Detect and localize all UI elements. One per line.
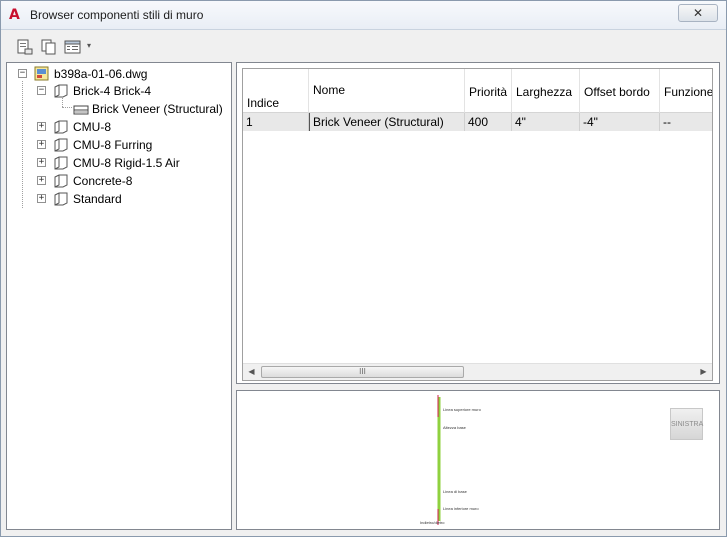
- copy-icon[interactable]: [40, 38, 58, 56]
- tree-item-cmu-8-furring[interactable]: + CMU-8 Furring: [7, 136, 227, 154]
- tree-item-label: Concrete-8: [73, 174, 133, 188]
- wall-preview: Linea superiore muro Altezza base Linea …: [236, 390, 720, 530]
- components-table[interactable]: Indice Nome Priorità Larghezza Offset bo…: [242, 68, 713, 381]
- tree-item-standard[interactable]: + Standard: [7, 190, 227, 208]
- tree-item-concrete-8[interactable]: + Concrete-8: [7, 172, 227, 190]
- column-header-priorita[interactable]: Priorità: [465, 69, 512, 113]
- folder-icon: [53, 191, 69, 212]
- tree-item-cmu-8-rigid[interactable]: + CMU-8 Rigid-1.5 Air: [7, 154, 227, 172]
- tree-item-label: CMU-8 Rigid-1.5 Air: [73, 156, 180, 170]
- collapse-icon[interactable]: −: [37, 86, 46, 95]
- tree-item-label: CMU-8 Furring: [73, 138, 153, 152]
- dialog-window: A Browser componenti stili di muro ✕ ▾ −…: [0, 0, 727, 537]
- expand-icon[interactable]: +: [37, 140, 46, 149]
- import-icon[interactable]: [16, 38, 34, 56]
- column-header-nome[interactable]: Nome: [309, 69, 465, 113]
- annotation-label: Linea inferiore muro: [443, 506, 479, 511]
- tree-item-label: Brick Veneer (Structural): [92, 102, 223, 116]
- close-button[interactable]: ✕: [678, 4, 718, 22]
- column-header-funzione[interactable]: Funzione: [660, 69, 712, 113]
- tree-item-label: Brick-4 Brick-4: [73, 84, 152, 98]
- horizontal-scrollbar[interactable]: ◀ III ▶: [243, 363, 712, 380]
- table-cell-indice[interactable]: 1: [243, 113, 309, 131]
- column-header-larghezza[interactable]: Larghezza: [512, 69, 580, 113]
- scroll-thumb[interactable]: III: [261, 366, 464, 378]
- style-tree[interactable]: − b398a-01-06.dwg − Brick-4 Brick-4 Bric…: [6, 62, 232, 530]
- autocad-logo-icon: A: [9, 7, 20, 23]
- toolbar: ▾: [1, 30, 726, 62]
- scroll-left-icon[interactable]: ◀: [243, 364, 260, 380]
- table-cell-funzione[interactable]: --: [660, 113, 712, 131]
- annotation-label: Linea superiore muro: [443, 407, 481, 412]
- title-bar: A Browser componenti stili di muro ✕: [1, 1, 726, 30]
- expand-icon[interactable]: +: [37, 194, 46, 203]
- annotation-label: Altezza base: [443, 425, 466, 430]
- scroll-right-icon[interactable]: ▶: [695, 364, 712, 380]
- annotation-label: Indietro/dietro: [420, 520, 445, 525]
- chevron-down-icon[interactable]: ▾: [87, 41, 97, 51]
- annotation-label: Linea di base: [443, 489, 467, 494]
- column-header-indice[interactable]: Indice: [243, 69, 309, 113]
- expand-icon[interactable]: +: [37, 176, 46, 185]
- view-options-icon[interactable]: [64, 38, 82, 56]
- expand-icon[interactable]: +: [37, 158, 46, 167]
- tree-item-brick-veneer[interactable]: Brick Veneer (Structural): [7, 100, 227, 118]
- tree-item-label: Standard: [73, 192, 122, 206]
- collapse-icon[interactable]: −: [18, 69, 27, 78]
- table-cell-priorita[interactable]: 400: [465, 113, 512, 131]
- table-cell-larghezza[interactable]: 4": [512, 113, 580, 131]
- tree-item-brick-4[interactable]: − Brick-4 Brick-4: [7, 82, 227, 100]
- table-cell-offset-bordo[interactable]: -4": [580, 113, 660, 131]
- tree-item-cmu-8[interactable]: + CMU-8: [7, 118, 227, 136]
- tree-root-label: b398a-01-06.dwg: [54, 67, 148, 81]
- window-title: Browser componenti stili di muro: [30, 8, 204, 22]
- table-cell-nome[interactable]: Brick Veneer (Structural): [309, 113, 465, 131]
- tree-item-root[interactable]: − b398a-01-06.dwg: [7, 65, 227, 83]
- components-table-panel: Indice Nome Priorità Larghezza Offset bo…: [236, 62, 720, 384]
- tree-item-label: CMU-8: [73, 120, 111, 134]
- expand-icon[interactable]: +: [37, 122, 46, 131]
- side-toggle-button[interactable]: SINISTRA: [670, 408, 703, 440]
- column-header-offset-bordo[interactable]: Offset bordo: [580, 69, 660, 113]
